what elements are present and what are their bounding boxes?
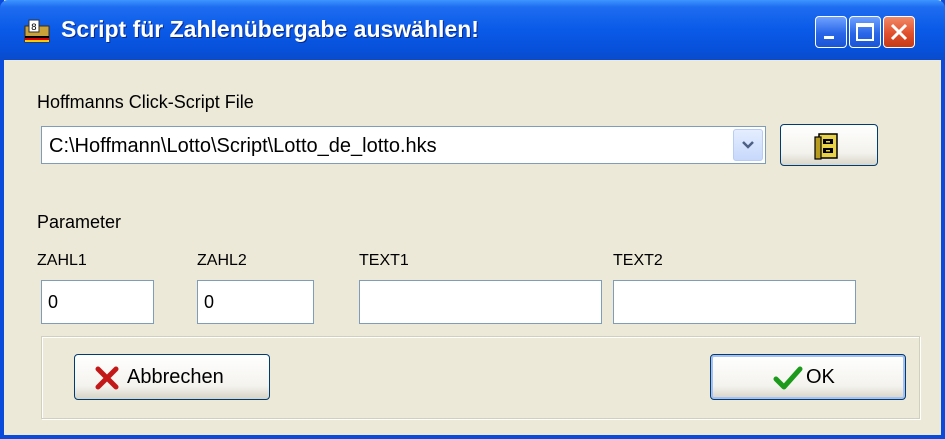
- parameter-heading: Parameter: [37, 212, 122, 232]
- cancel-button[interactable]: Abbrechen: [74, 354, 270, 400]
- cancel-label: Abbrechen: [127, 366, 224, 388]
- zahl1-input[interactable]: 0: [41, 280, 154, 324]
- text2-input[interactable]: [613, 280, 856, 324]
- title-bar[interactable]: 8 Script für Zahlenübergabe auswählen!: [0, 0, 945, 60]
- close-icon: [890, 23, 908, 41]
- script-file-value: C:\Hoffmann\Lotto\Script\Lotto_de_lotto.…: [49, 135, 437, 157]
- file-cabinet-icon: [814, 133, 838, 160]
- chevron-down-icon: [742, 141, 754, 149]
- green-check-icon: [773, 366, 803, 390]
- zahl2-value: 0: [204, 292, 215, 312]
- minimize-icon: [824, 36, 834, 39]
- browse-file-button[interactable]: [780, 124, 878, 166]
- minimize-button[interactable]: [815, 16, 847, 48]
- maximize-icon: [856, 23, 874, 41]
- zahl2-input[interactable]: 0: [197, 280, 314, 324]
- text2-label: TEXT2: [613, 252, 663, 269]
- window-title: Script für Zahlenübergabe auswählen!: [61, 16, 479, 42]
- script-file-label: Hoffmanns Click-Script File: [37, 92, 254, 112]
- maximize-button[interactable]: [849, 16, 881, 48]
- zahl1-value: 0: [48, 292, 59, 312]
- text1-input[interactable]: [359, 280, 602, 324]
- zahl1-label: ZAHL1: [37, 252, 87, 269]
- dialog-window: 8 Script für Zahlenübergabe auswählen! H…: [0, 0, 945, 439]
- svg-text:8: 8: [31, 23, 37, 33]
- app-icon: 8: [24, 19, 50, 43]
- text1-label: TEXT1: [359, 252, 409, 269]
- combo-dropdown-button[interactable]: [733, 129, 763, 161]
- close-button[interactable]: [883, 16, 915, 48]
- ok-button[interactable]: OK: [710, 354, 906, 400]
- script-file-combobox[interactable]: C:\Hoffmann\Lotto\Script\Lotto_de_lotto.…: [41, 126, 766, 164]
- red-x-icon: [95, 366, 119, 390]
- zahl2-label: ZAHL2: [197, 252, 247, 269]
- ok-label: OK: [806, 366, 835, 388]
